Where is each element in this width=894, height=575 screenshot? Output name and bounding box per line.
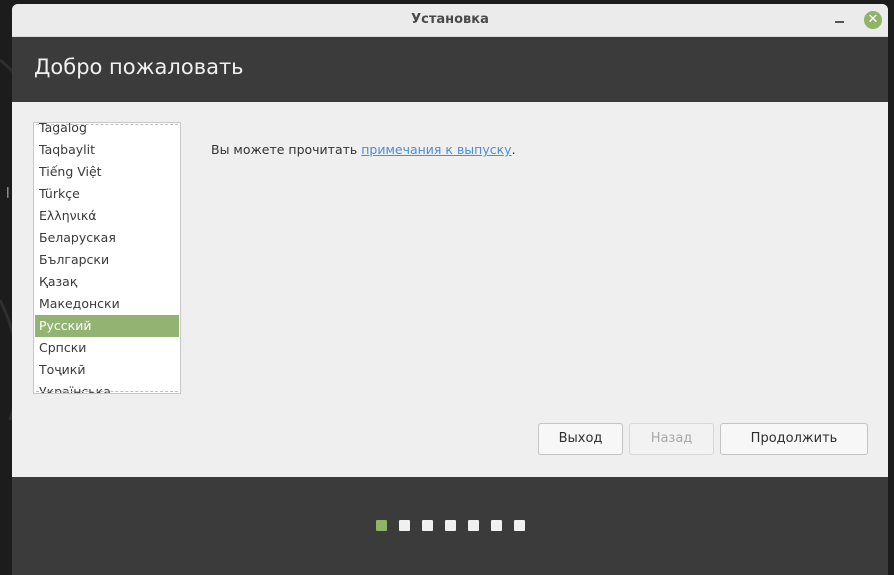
language-item[interactable]: Türkçe [35, 183, 179, 205]
release-notes-suffix: . [511, 142, 516, 157]
page-title: Добро пожаловать [34, 55, 244, 79]
svg-text:|: | [6, 185, 10, 198]
close-button[interactable]: ✕ [864, 11, 882, 29]
step-dot [445, 520, 456, 531]
release-notes-text: Вы можете прочитать примечания к выпуску… [211, 142, 516, 157]
language-item[interactable]: Македонски [35, 293, 179, 315]
language-item[interactable]: Русский [35, 315, 179, 337]
list-scroll-edge-bottom [36, 391, 178, 392]
window-title: Установка [411, 12, 489, 27]
minimize-button[interactable] [832, 15, 848, 27]
language-item[interactable]: Қазақ [35, 271, 179, 293]
language-item[interactable]: Ελληνικά [35, 205, 179, 227]
language-item[interactable]: Беларуская [35, 227, 179, 249]
language-list[interactable]: Tagalog Taqbaylit Tiếng Việt Türkçe Ελληνικά… [33, 122, 181, 394]
main-content: Tagalog Taqbaylit Tiếng Việt Türkçe Ελληνικά… [12, 102, 888, 477]
continue-button[interactable]: Продолжить [720, 423, 868, 455]
step-dot [422, 520, 433, 531]
title-bar: Установка ✕ [12, 4, 888, 37]
installer-window: Установка ✕ Добро пожаловать Tagalog Taqb… [12, 4, 888, 575]
step-dot [376, 520, 387, 531]
step-dot [491, 520, 502, 531]
language-item[interactable]: Taqbaylit [35, 139, 179, 161]
language-item[interactable]: Tagalog [35, 123, 179, 139]
language-item[interactable]: Tiếng Việt [35, 161, 179, 183]
release-notes-link[interactable]: примечания к выпуску [361, 142, 511, 157]
back-button: Назад [629, 423, 714, 455]
release-notes-prefix: Вы можете прочитать [211, 142, 362, 157]
close-icon: ✕ [867, 12, 879, 27]
language-item[interactable]: Српски [35, 337, 179, 359]
step-dot [514, 520, 525, 531]
page-header: Добро пожаловать [12, 37, 888, 102]
step-dot [468, 520, 479, 531]
language-item[interactable]: Тоҷикӣ [35, 359, 179, 381]
progress-footer [12, 477, 888, 575]
quit-button[interactable]: Выход [538, 423, 623, 455]
language-item[interactable]: Українська [35, 381, 179, 393]
step-dot [399, 520, 410, 531]
language-item[interactable]: Български [35, 249, 179, 271]
